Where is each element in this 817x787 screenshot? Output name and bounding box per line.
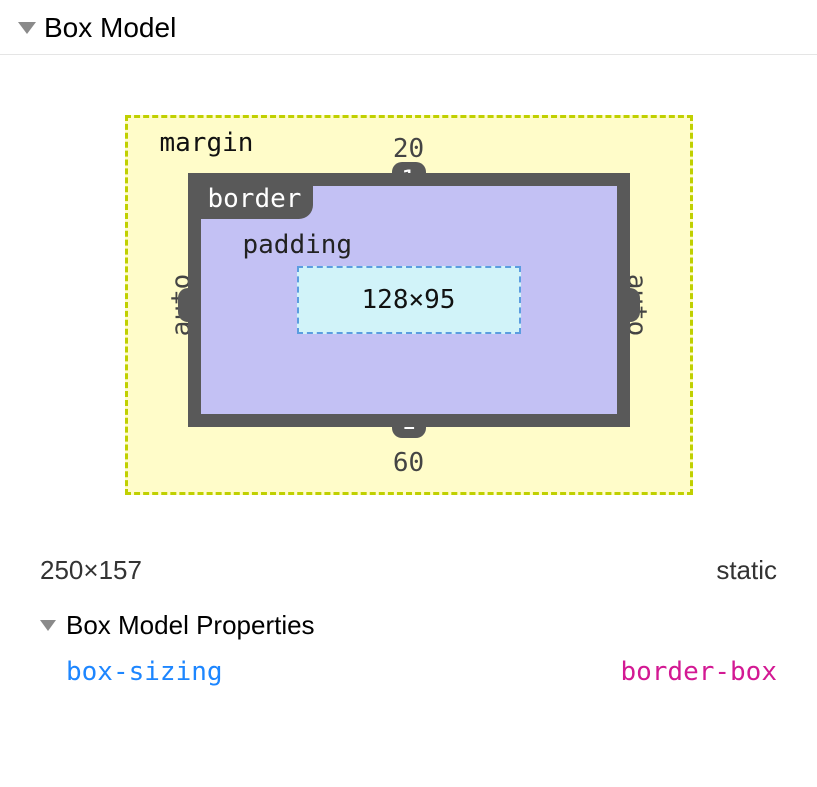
- css-property-name: box-sizing: [66, 657, 223, 687]
- element-position: static: [716, 555, 777, 586]
- box-model-footer: 250×157 static Box Model Properties box-…: [0, 525, 817, 707]
- margin-bottom-value[interactable]: 60: [393, 450, 424, 476]
- padding-label: padding: [243, 230, 353, 260]
- properties-section-header[interactable]: Box Model Properties: [40, 610, 777, 641]
- metrics-row: 250×157 static: [40, 555, 777, 586]
- disclosure-triangle-icon: [18, 22, 36, 34]
- property-row[interactable]: box-sizing border-box: [40, 657, 777, 687]
- margin-box: margin 20 60 auto auto 1 1 1 1 30 30 60 …: [125, 115, 693, 495]
- box-model-section-header[interactable]: Box Model: [0, 0, 817, 55]
- properties-section-title: Box Model Properties: [66, 610, 315, 641]
- content-size: 128×95: [362, 285, 456, 315]
- css-property-value: border-box: [620, 657, 777, 687]
- box-model-diagram: margin 20 60 auto auto 1 1 1 1 30 30 60 …: [0, 55, 817, 525]
- disclosure-triangle-icon: [40, 620, 56, 631]
- margin-label: margin: [160, 128, 254, 158]
- margin-top-value[interactable]: 20: [393, 136, 424, 162]
- section-title: Box Model: [44, 12, 176, 44]
- border-label: border: [196, 181, 314, 219]
- element-size: 250×157: [40, 555, 142, 586]
- border-box: border padding 128×95: [188, 173, 630, 427]
- content-box[interactable]: 128×95: [297, 266, 521, 334]
